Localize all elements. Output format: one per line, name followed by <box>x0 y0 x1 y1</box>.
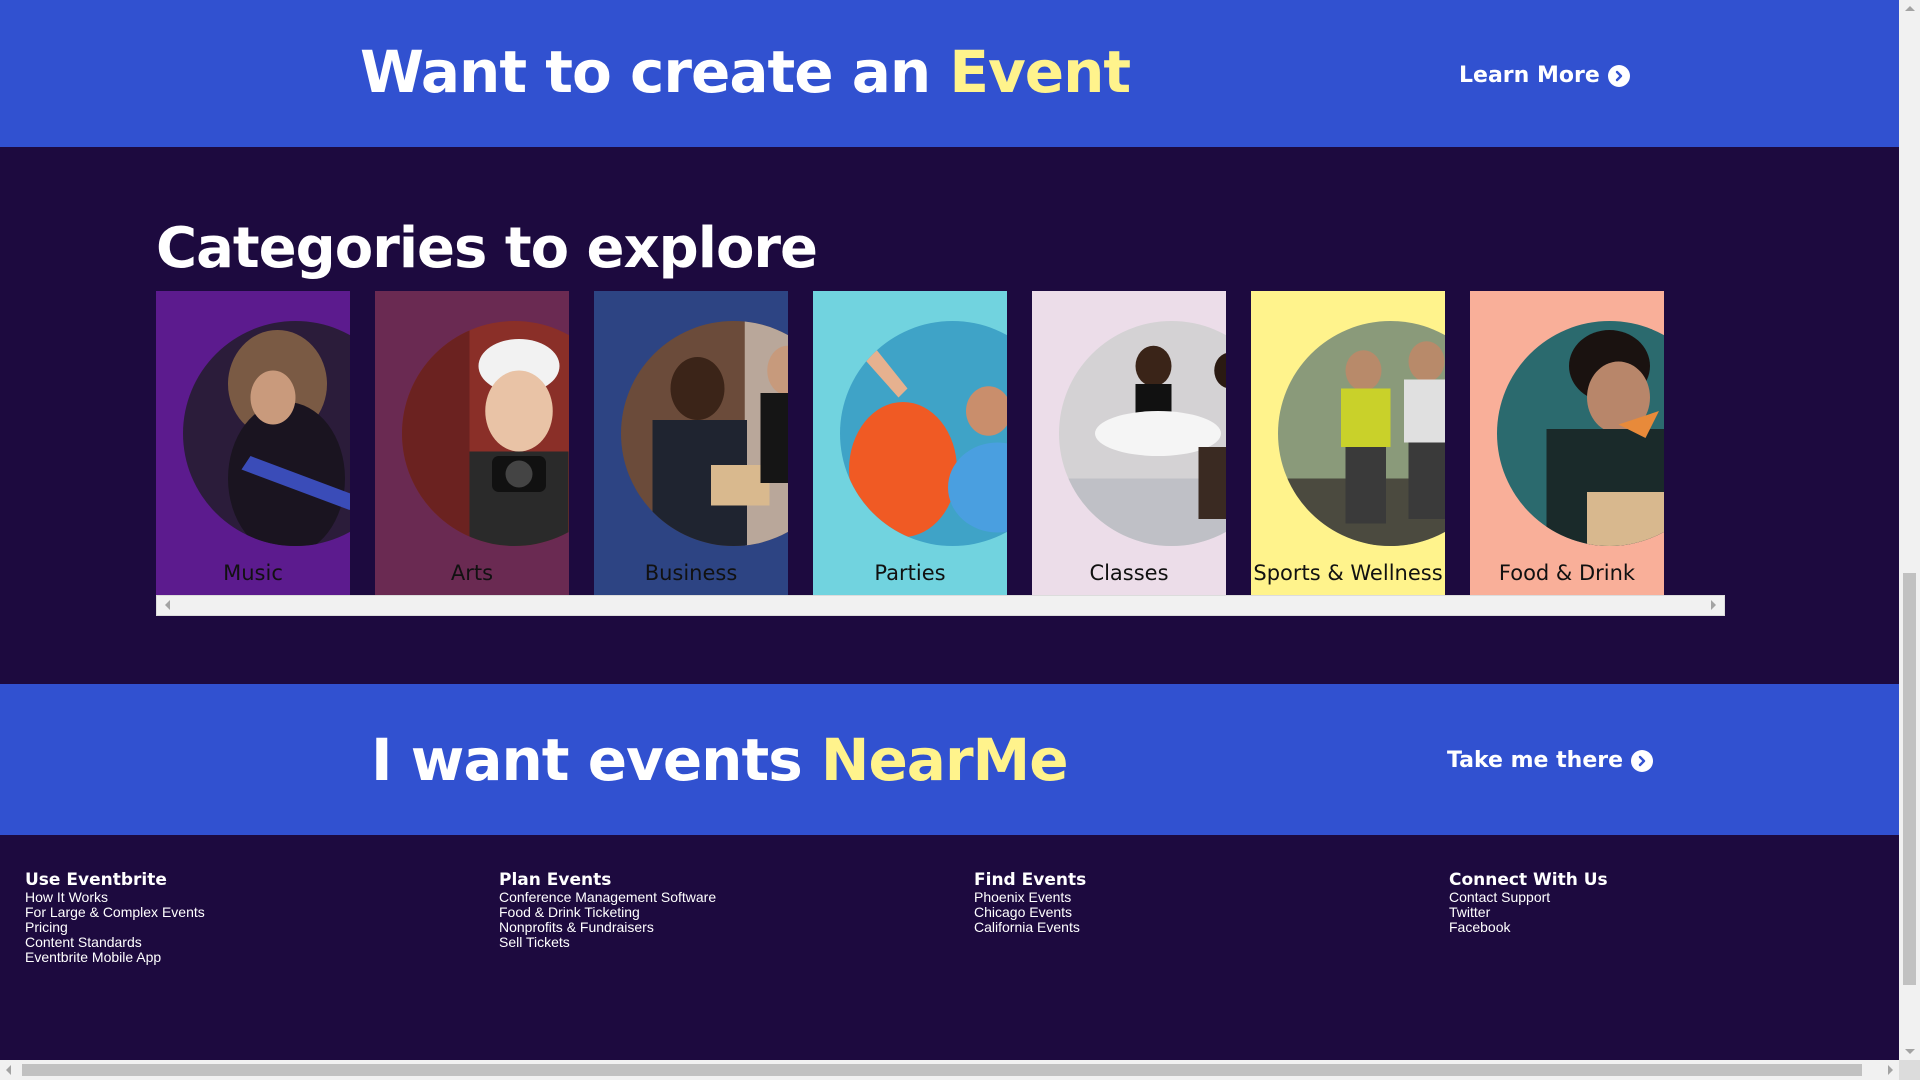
category-label-music: Music <box>223 561 283 585</box>
scroll-right-arrow-icon[interactable] <box>1888 1065 1893 1075</box>
create-event-title: Want to create an Event <box>360 38 1131 106</box>
footer-link-sell-tickets[interactable]: Sell Tickets <box>499 935 716 950</box>
footer-heading: Find Events <box>974 870 1087 890</box>
create-event-title-accent: Event <box>949 38 1131 106</box>
footer-link-facebook[interactable]: Facebook <box>1449 920 1608 935</box>
category-card-business[interactable]: Business <box>594 291 788 595</box>
page-vertical-scrollbar[interactable] <box>1899 0 1920 1060</box>
eating-pizza-photo <box>1497 321 1664 546</box>
scrollbar-corner <box>1899 1060 1920 1080</box>
footer-heading: Use Eventbrite <box>25 870 167 890</box>
category-card-arts[interactable]: Arts <box>375 291 569 595</box>
footer-link-chicago-events[interactable]: Chicago Events <box>974 905 1086 920</box>
guitarist-photo <box>183 321 350 546</box>
footer-link-pricing[interactable]: Pricing <box>25 920 205 935</box>
footer-link-how-it-works[interactable]: How It Works <box>25 890 205 905</box>
footer-link-mobile-app[interactable]: Eventbrite Mobile App <box>25 950 205 965</box>
category-label-food-drink: Food & Drink <box>1498 561 1636 585</box>
chevron-right-circle-icon <box>1631 749 1654 772</box>
category-card-sports-wellness[interactable]: Sports & Wellness <box>1251 291 1445 595</box>
chevron-right-circle-icon <box>1607 64 1630 87</box>
take-me-there-link[interactable]: Take me there <box>1447 748 1654 773</box>
footer-link-contact-support[interactable]: Contact Support <box>1449 890 1608 905</box>
scroll-left-arrow-icon[interactable] <box>165 600 170 610</box>
category-card-parties[interactable]: Parties <box>813 291 1007 595</box>
learn-more-link[interactable]: Learn More <box>1459 63 1630 88</box>
category-label-business: Business <box>644 561 738 585</box>
categories-title: Categories to explore <box>156 216 818 281</box>
footer-column-connect: Connect With Us Contact Support Twitter … <box>1449 870 1608 935</box>
learn-more-label: Learn More <box>1459 63 1600 88</box>
page-horizontal-scrollbar[interactable] <box>0 1060 1899 1080</box>
pool-party-photo <box>840 321 1007 546</box>
near-me-title: I want events NearMe <box>371 726 1069 794</box>
footer-link-content-standards[interactable]: Content Standards <box>25 935 205 950</box>
horizontal-scroll-thumb[interactable] <box>22 1064 1862 1076</box>
category-label-classes: Classes <box>1089 561 1169 585</box>
category-card-classes[interactable]: Classes <box>1032 291 1226 595</box>
categories-scrollbar[interactable] <box>156 595 1725 616</box>
page: Want to create an Event Learn More Categ… <box>0 0 1899 1060</box>
footer-heading: Plan Events <box>499 870 612 890</box>
footer-link-conference-software[interactable]: Conference Management Software <box>499 890 716 905</box>
footer-column-plan-events: Plan Events Conference Management Softwa… <box>499 870 716 950</box>
near-me-title-prefix: I want events <box>371 726 821 794</box>
scroll-up-arrow-icon[interactable] <box>1905 6 1915 11</box>
footer-link-twitter[interactable]: Twitter <box>1449 905 1608 920</box>
ballet-class-photo <box>1059 321 1226 546</box>
scroll-down-arrow-icon[interactable] <box>1905 1049 1915 1054</box>
footer-link-phoenix-events[interactable]: Phoenix Events <box>974 890 1086 905</box>
scroll-right-arrow-icon[interactable] <box>1711 600 1716 610</box>
categories-carousel: Music Arts Business Parties Classes Spor… <box>156 291 1725 595</box>
create-event-title-prefix: Want to create an <box>360 38 950 106</box>
business-meeting-photo <box>621 321 788 546</box>
footer-link-large-complex-events[interactable]: For Large & Complex Events <box>25 905 205 920</box>
category-card-music[interactable]: Music <box>156 291 350 595</box>
category-label-sports-wellness: Sports & Wellness <box>1253 561 1443 585</box>
scroll-left-arrow-icon[interactable] <box>6 1065 11 1075</box>
footer-column-find-events: Find Events Phoenix Events Chicago Event… <box>974 870 1086 935</box>
category-label-arts: Arts <box>450 561 494 585</box>
near-me-title-accent: NearMe <box>820 726 1069 794</box>
footer-link-food-drink-ticketing[interactable]: Food & Drink Ticketing <box>499 905 716 920</box>
footer-column-use-eventbrite: Use Eventbrite How It Works For Large & … <box>25 870 205 965</box>
photographer-photo <box>402 321 569 546</box>
footer-heading: Connect With Us <box>1449 870 1608 890</box>
footer-link-california-events[interactable]: California Events <box>974 920 1086 935</box>
mud-run-photo <box>1278 321 1445 546</box>
footer-link-nonprofits[interactable]: Nonprofits & Fundraisers <box>499 920 716 935</box>
category-label-parties: Parties <box>874 561 946 585</box>
take-me-there-label: Take me there <box>1447 748 1624 773</box>
category-card-food-drink[interactable]: Food & Drink <box>1470 291 1664 595</box>
vertical-scroll-thumb[interactable] <box>1903 573 1916 985</box>
create-event-banner: Want to create an Event Learn More <box>0 0 1899 147</box>
near-me-banner: I want events NearMe Take me there <box>0 684 1899 835</box>
